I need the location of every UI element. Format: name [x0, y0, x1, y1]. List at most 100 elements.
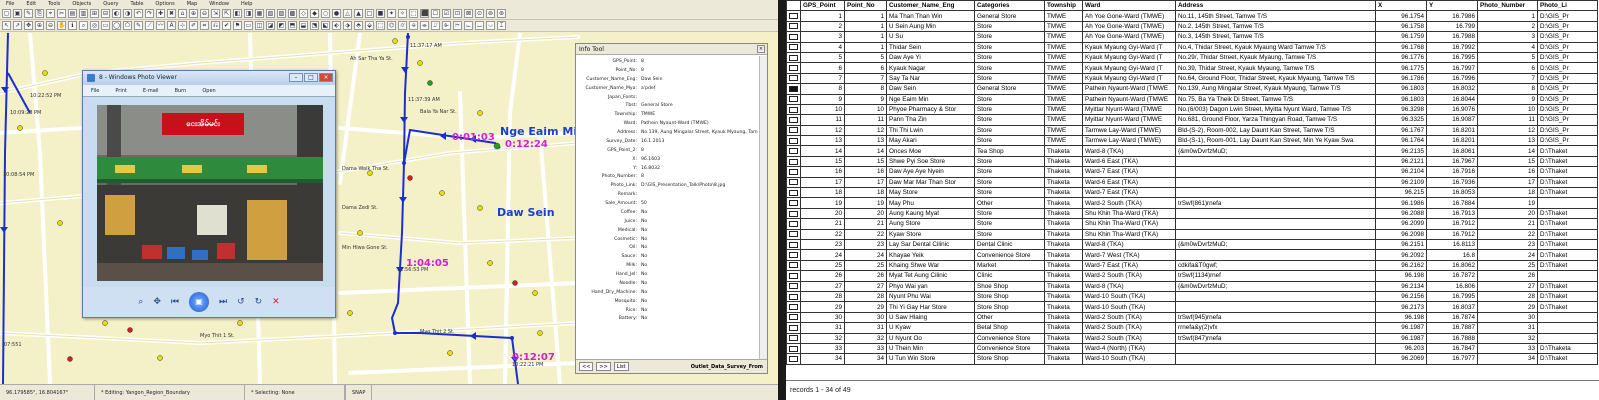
- toolbar-1-button-22-icon[interactable]: ◧: [233, 9, 242, 18]
- toolbar-1-button-17-icon[interactable]: ⌂: [178, 9, 187, 18]
- row-selector[interactable]: [786, 238, 801, 251]
- row-selector[interactable]: [786, 280, 801, 292]
- gis-menu-edit[interactable]: Edit: [20, 0, 42, 8]
- row-selector[interactable]: [786, 311, 801, 324]
- gis-menu-objects[interactable]: Objects: [66, 0, 97, 8]
- row-checkbox[interactable]: [789, 200, 798, 207]
- rotate-left-icon[interactable]: ↺: [237, 297, 245, 307]
- toolbar-1-button-4-icon[interactable]: ⎘: [35, 9, 44, 18]
- table-row[interactable]: 15 15 Shwe Pyi Soe Store Store Thaketa Ward-6…: [786, 155, 1598, 168]
- row-selector[interactable]: [786, 62, 801, 74]
- toolbar-1-button-10-icon[interactable]: ⊟: [101, 9, 110, 18]
- table-row[interactable]: 1 1 Ma Than Than Win General Store TMWE Ah Yo…: [786, 10, 1598, 22]
- toolbar-2-button-39-icon[interactable]: ⌯: [420, 21, 429, 30]
- row-selector[interactable]: [786, 145, 801, 157]
- next-record-button[interactable]: >>: [596, 362, 611, 371]
- row-checkbox[interactable]: [789, 85, 798, 92]
- toolbar-2-button-42-icon[interactable]: ⌲: [453, 21, 462, 30]
- toolbar-2-button-29-icon[interactable]: ⬔: [310, 21, 319, 30]
- toolbar-2-button-26-icon[interactable]: ◩: [277, 21, 286, 30]
- row-checkbox[interactable]: [789, 127, 798, 134]
- toolbar-1-button-24-icon[interactable]: ▦: [255, 9, 264, 18]
- pv-menu-file[interactable]: File: [83, 85, 107, 96]
- column-header[interactable]: Address: [1175, 0, 1376, 12]
- toolbar-2-button-8-icon[interactable]: ⌕: [79, 21, 88, 30]
- zoom-icon[interactable]: ⌕: [138, 297, 143, 307]
- toolbar-1-button-31-icon[interactable]: ●: [332, 9, 341, 18]
- toolbar-2-button-40-icon[interactable]: ⌰: [431, 21, 440, 30]
- toolbar-2-button-6-icon[interactable]: ✋: [57, 21, 66, 30]
- toolbar-2-button-46-icon[interactable]: ⌶: [497, 21, 506, 30]
- first-record-button[interactable]: <<: [579, 362, 594, 371]
- toolbar-1-button-11-icon[interactable]: ◐: [112, 9, 121, 18]
- gis-menu-file[interactable]: File: [0, 0, 20, 8]
- table-row[interactable]: 13 13 May Akari Store TMWE Tarmwe Lay-Ward (T…: [786, 135, 1598, 147]
- row-checkbox[interactable]: [789, 241, 798, 248]
- toolbar-1-button-46-icon[interactable]: ⊛: [497, 9, 506, 18]
- toolbar-1-button-14-icon[interactable]: ↷: [145, 9, 154, 18]
- table-row[interactable]: 29 29 Thi Yi Gay Har Store Store Shop Thaket…: [786, 301, 1598, 313]
- row-selector[interactable]: [786, 103, 801, 116]
- table-row[interactable]: 20 20 Aung Kaung Myat Store Thaketa Shu Khin …: [786, 207, 1598, 220]
- toolbar-1-button-3-icon[interactable]: ✎: [24, 9, 33, 18]
- row-checkbox[interactable]: [789, 65, 798, 72]
- column-header[interactable]: GPS_Point: [800, 0, 845, 12]
- toolbar-1-button-15-icon[interactable]: ✚: [156, 9, 165, 18]
- row-selector[interactable]: [786, 322, 801, 334]
- toolbar-2-button-3-icon[interactable]: ✥: [24, 21, 33, 30]
- row-checkbox[interactable]: [789, 158, 798, 165]
- row-selector[interactable]: [786, 342, 801, 355]
- toolbar-2-button-9-icon[interactable]: ◎: [90, 21, 99, 30]
- list-button[interactable]: List: [613, 362, 629, 371]
- row-selector[interactable]: [786, 135, 801, 147]
- table-row[interactable]: 9 9 Nge Eaim Min Store TMWE Pathein Nyaunt-Wa…: [786, 93, 1598, 105]
- row-checkbox[interactable]: [789, 231, 798, 238]
- toolbar-1-button-18-icon[interactable]: ⊕: [189, 9, 198, 18]
- row-selector[interactable]: [786, 72, 801, 85]
- row-checkbox[interactable]: [789, 335, 798, 342]
- table-row[interactable]: 14 14 Onces Moe Tea Shop Thaketa Ward-8 (TKA)…: [786, 145, 1598, 157]
- toolbar-2-button-2-icon[interactable]: ↗: [13, 21, 22, 30]
- column-header[interactable]: Categories: [974, 0, 1045, 12]
- row-selector[interactable]: [786, 51, 801, 64]
- toolbar-2-button-1-icon[interactable]: ↖: [2, 21, 11, 30]
- toolbar-2-button-22-icon[interactable]: ⚑: [233, 21, 242, 30]
- toolbar-2-button-12-icon[interactable]: ⬠: [123, 21, 132, 30]
- table-row[interactable]: 32 32 U Nyunt Oo Convenience Store Thaketa Wa…: [786, 332, 1598, 344]
- slideshow-icon[interactable]: ▣: [188, 292, 209, 312]
- row-checkbox[interactable]: [789, 262, 798, 269]
- toolbar-2-button-45-icon[interactable]: ⌵: [486, 21, 495, 30]
- row-selector[interactable]: [786, 197, 801, 209]
- toolbar-2-button-7-icon[interactable]: ℹ: [68, 21, 77, 30]
- toolbar-1-button-43-icon[interactable]: ⊠: [464, 9, 473, 18]
- close-button[interactable]: ×: [319, 73, 333, 82]
- toolbar-2-button-11-icon[interactable]: ◯: [112, 21, 121, 30]
- column-header[interactable]: Y: [1426, 0, 1478, 12]
- row-selector[interactable]: [786, 270, 801, 282]
- table-row[interactable]: 31 31 U Kyaw Betal Shop Thaketa Ward-2 South …: [786, 322, 1598, 334]
- row-checkbox[interactable]: [789, 189, 798, 196]
- table-row[interactable]: 18 18 May Store Store Thaketa Ward-7 East (TK…: [786, 187, 1598, 199]
- row-selector[interactable]: [786, 20, 801, 33]
- row-selector[interactable]: [786, 31, 801, 43]
- table-row[interactable]: 19 19 May Phu Other Thaketa Ward-2 South (TKA…: [786, 197, 1598, 209]
- toolbar-1-button-42-icon[interactable]: ⊡: [453, 9, 462, 18]
- toolbar-1-button-37-icon[interactable]: ✧: [398, 9, 407, 18]
- column-header[interactable]: Ward: [1082, 0, 1176, 12]
- table-row[interactable]: 33 33 U Thein Min Convenience Store Thaketa W…: [786, 342, 1598, 355]
- toolbar-1-button-34-icon[interactable]: □: [365, 9, 374, 18]
- toolbar-1-button-36-icon[interactable]: ✦: [387, 9, 396, 18]
- toolbar-1-button-21-icon[interactable]: ⇱: [222, 9, 231, 18]
- toolbar-1-button-29-icon[interactable]: ◆: [310, 9, 319, 18]
- table-row[interactable]: 4 1 Thidar Sein Store TMWE Kyauk Myaung Gyi-W…: [786, 41, 1598, 53]
- toolbar-1-button-27-icon[interactable]: ▩: [288, 9, 297, 18]
- toolbar-1-button-19-icon[interactable]: ⊖: [200, 9, 209, 18]
- row-selector[interactable]: [786, 249, 801, 261]
- toolbar-2-button-23-icon[interactable]: ▭: [244, 21, 253, 30]
- pv-menu-print[interactable]: Print: [107, 85, 135, 96]
- column-header[interactable]: Photo_Number: [1477, 0, 1538, 12]
- row-selector[interactable]: [786, 290, 801, 303]
- toolbar-2-button-33-icon[interactable]: ⬘: [354, 21, 363, 30]
- toolbar-2-button-28-icon[interactable]: ⬓: [299, 21, 308, 30]
- gis-menu-window[interactable]: Window: [203, 0, 235, 8]
